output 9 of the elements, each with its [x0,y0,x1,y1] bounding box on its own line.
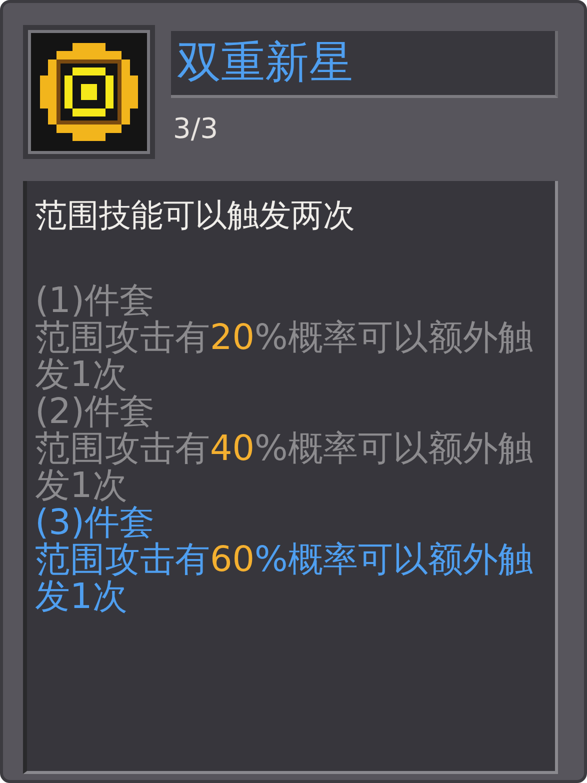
set-bonus-text: 范围攻击有40%概率可以额外触发1次 [35,431,534,505]
set-bonus-label: (2)件套 [35,394,155,431]
target-icon [40,43,138,141]
set-bonus-text: 范围攻击有20%概率可以额外触发1次 [35,320,534,394]
set-bonus-text: 范围攻击有60%概率可以额外触发1次 [35,542,534,616]
set-bonus-label: (3)件套 [35,505,155,542]
item-title: 双重新星 [171,31,558,98]
skill-description: 范围技能可以触发两次 [35,195,356,236]
set-bonus-label: (1)件套 [35,283,155,320]
